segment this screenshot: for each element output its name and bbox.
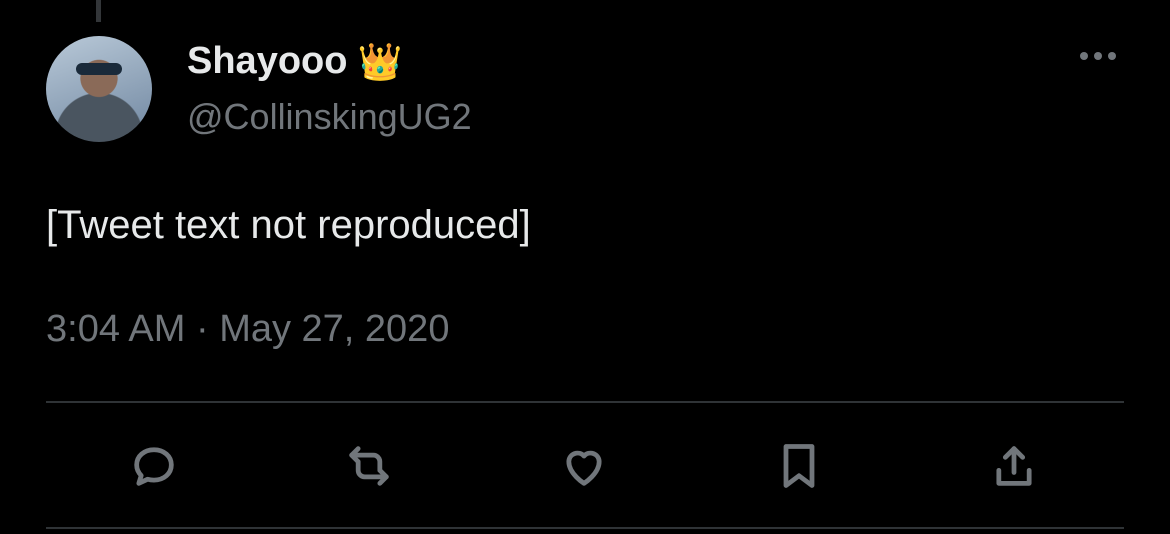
reply-button[interactable] [124, 436, 184, 496]
dot [1094, 52, 1102, 60]
bookmark-icon [783, 444, 815, 488]
divider [46, 527, 1124, 529]
bookmark-button[interactable] [769, 436, 829, 496]
divider [46, 401, 1124, 403]
share-icon [996, 446, 1032, 486]
author-handle[interactable]: @CollinskingUG2 [187, 96, 472, 138]
thread-connector-line [96, 0, 101, 22]
author-name-row: Shayooo 👑 [187, 40, 402, 83]
tweet-text: [Tweet text not reproduced] [46, 203, 531, 247]
reply-icon [134, 447, 174, 486]
retweet-icon [349, 446, 389, 486]
avatar[interactable] [46, 36, 152, 142]
avatar-sunglasses [76, 63, 122, 75]
like-icon [566, 450, 602, 486]
dot [1108, 52, 1116, 60]
share-button[interactable] [984, 436, 1044, 496]
dot [1080, 52, 1088, 60]
author-display-name[interactable]: Shayooo [187, 40, 347, 83]
action-bar [46, 436, 1124, 496]
tweet-timestamp[interactable]: 3:04 AM · May 27, 2020 [46, 308, 449, 351]
more-options-icon[interactable] [1080, 52, 1116, 60]
retweet-button[interactable] [339, 436, 399, 496]
like-button[interactable] [554, 436, 614, 496]
crown-icon: 👑 [357, 40, 403, 82]
